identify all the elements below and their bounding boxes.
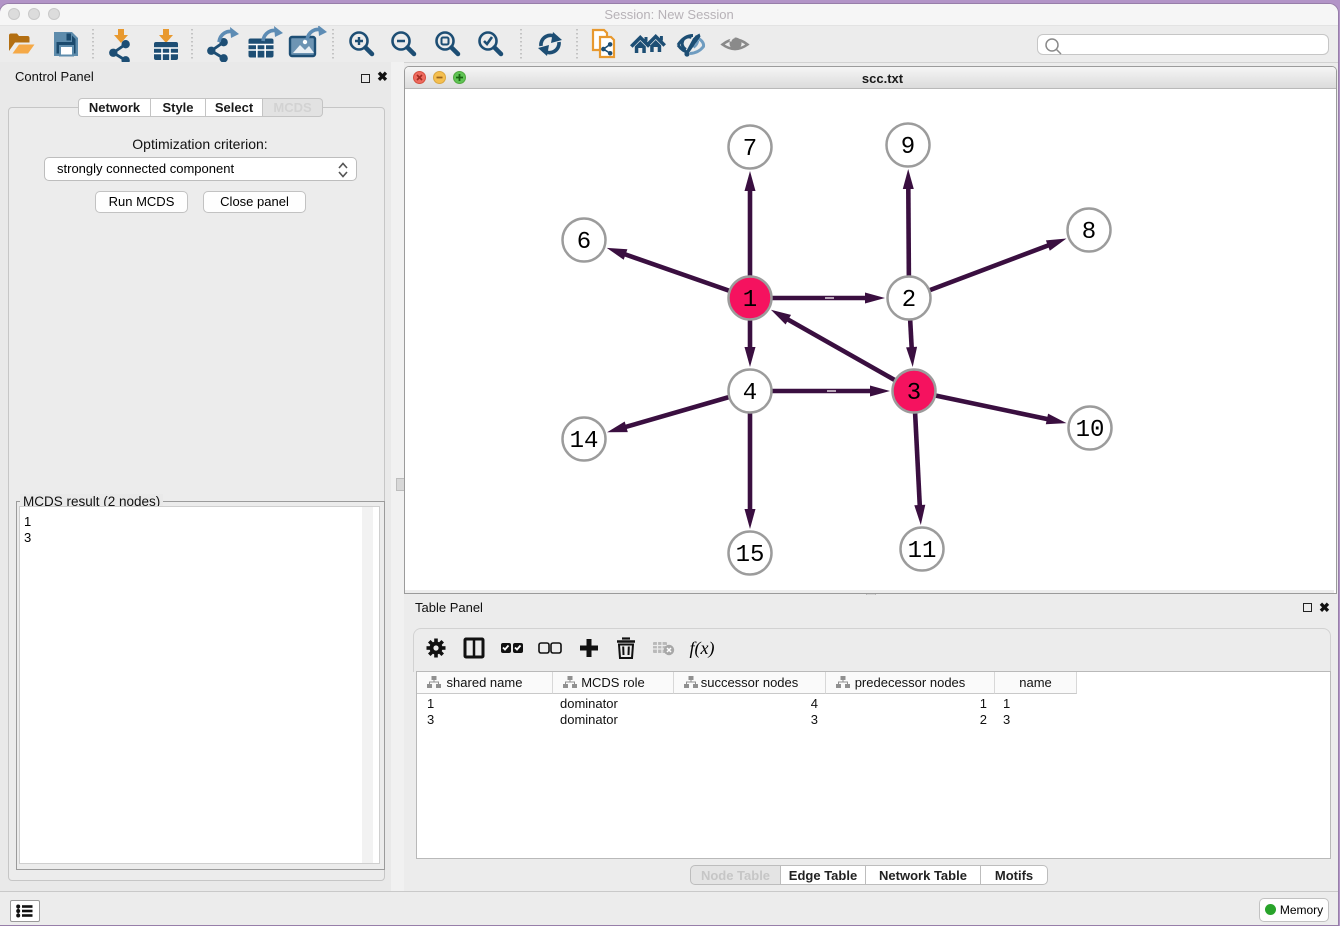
- svg-text:f(x): f(x): [690, 638, 715, 659]
- svg-text:10: 10: [1076, 417, 1105, 444]
- svg-text:15: 15: [736, 542, 765, 569]
- svg-text:1: 1: [743, 287, 757, 314]
- svg-text:9: 9: [901, 134, 915, 161]
- svg-text:2: 2: [902, 287, 916, 314]
- svg-text:6: 6: [577, 229, 591, 256]
- svg-text:7: 7: [743, 136, 757, 163]
- svg-text:8: 8: [1082, 219, 1096, 246]
- svg-text:3: 3: [907, 380, 921, 407]
- svg-text:11: 11: [908, 538, 937, 565]
- svg-text:4: 4: [743, 380, 757, 407]
- svg-text:14: 14: [570, 428, 599, 455]
